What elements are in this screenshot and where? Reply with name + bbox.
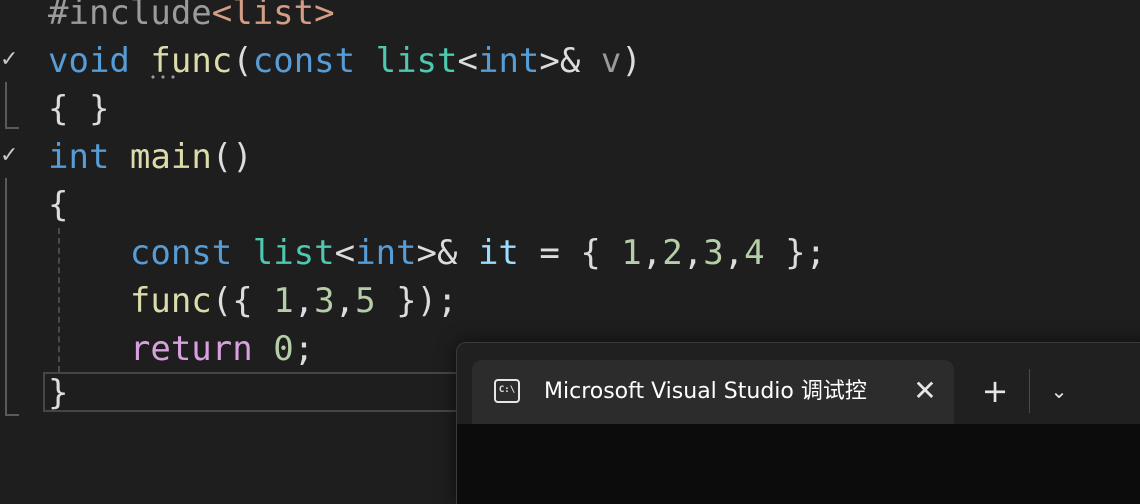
code-token: 1 bbox=[273, 281, 294, 321]
code-token: 3 bbox=[703, 233, 724, 273]
close-icon[interactable]: ✕ bbox=[910, 376, 940, 406]
debug-console-window[interactable]: C:\ Microsoft Visual Studio 调试控 ✕ + ⌄ bbox=[456, 342, 1140, 504]
code-token: 4 bbox=[744, 233, 765, 273]
fold-guide-main bbox=[5, 178, 7, 416]
code-token: , bbox=[334, 281, 356, 321]
code-line-7[interactable]: func({ 1,3,5 }); bbox=[48, 277, 458, 325]
code-token: < bbox=[334, 233, 356, 273]
code-token: it bbox=[477, 233, 519, 273]
code-line-3[interactable]: { } bbox=[48, 85, 109, 133]
code-token: list bbox=[375, 41, 458, 81]
code-token: }; bbox=[764, 233, 827, 273]
code-token: list bbox=[252, 233, 335, 273]
code-token: >& bbox=[416, 233, 478, 273]
code-line-6[interactable]: const list<int>& it = { 1,2,3,4 }; bbox=[48, 229, 826, 277]
code-token: 3 bbox=[314, 281, 335, 321]
fold-guide-func-end bbox=[5, 127, 19, 129]
fold-check-icon-func[interactable]: ✓ bbox=[0, 49, 20, 71]
code-token: <list> bbox=[211, 0, 335, 33]
chevron-down-icon[interactable]: ⌄ bbox=[1041, 373, 1077, 409]
terminal-output-area[interactable] bbox=[457, 424, 1140, 504]
code-token: const bbox=[129, 233, 233, 273]
code-token: 0 bbox=[273, 329, 294, 369]
code-token: 5 bbox=[355, 281, 376, 321]
code-token: void bbox=[48, 41, 130, 81]
code-token: } bbox=[48, 373, 69, 413]
fold-guide-main-end bbox=[5, 414, 19, 416]
code-token: { } bbox=[48, 89, 110, 129]
code-token: }); bbox=[375, 281, 458, 321]
code-token: () bbox=[211, 137, 253, 177]
code-line-5[interactable]: { bbox=[48, 181, 68, 229]
code-token: 2 bbox=[662, 233, 683, 273]
console-icon: C:\ bbox=[494, 379, 520, 403]
code-token: int bbox=[48, 137, 110, 177]
code-token: ({ bbox=[211, 281, 274, 321]
code-token: ) bbox=[621, 41, 642, 81]
tab-separator bbox=[1029, 369, 1030, 413]
code-token: 1 bbox=[621, 233, 642, 273]
code-token: v bbox=[600, 41, 622, 81]
code-token: , bbox=[682, 233, 704, 273]
code-token: return bbox=[129, 329, 253, 369]
terminal-tab[interactable]: C:\ Microsoft Visual Studio 调试控 ✕ bbox=[472, 360, 954, 424]
code-line-2[interactable]: void func(const list<int>& v) bbox=[48, 37, 642, 85]
code-token: main bbox=[129, 137, 212, 177]
code-token: int bbox=[477, 41, 540, 81]
intellisense-hint-squiggle[interactable] bbox=[148, 75, 180, 79]
terminal-tab-title: Microsoft Visual Studio 调试控 bbox=[544, 379, 867, 404]
code-token: < bbox=[457, 41, 478, 81]
code-token: { bbox=[48, 185, 69, 225]
code-token: , bbox=[723, 233, 745, 273]
code-token: func bbox=[129, 281, 212, 321]
code-token: ( bbox=[232, 41, 253, 81]
code-token: int bbox=[355, 233, 417, 273]
fold-check-icon-main[interactable]: ✓ bbox=[0, 145, 20, 167]
code-token: ; bbox=[293, 329, 315, 369]
code-token: = { bbox=[518, 233, 622, 273]
brace-match-highlight bbox=[43, 372, 463, 412]
fold-guide-func bbox=[5, 82, 7, 128]
code-token: , bbox=[293, 281, 315, 321]
code-line-4[interactable]: int main() bbox=[48, 133, 253, 181]
code-token: #include bbox=[48, 0, 212, 33]
code-token: , bbox=[641, 233, 663, 273]
code-line-1[interactable]: #include<list> bbox=[48, 0, 335, 37]
code-token: const bbox=[252, 41, 356, 81]
code-line-8[interactable]: return 0; bbox=[48, 325, 314, 373]
code-line-9[interactable]: } bbox=[48, 369, 68, 417]
code-token: >& bbox=[539, 41, 601, 81]
new-tab-button[interactable]: + bbox=[977, 373, 1013, 409]
